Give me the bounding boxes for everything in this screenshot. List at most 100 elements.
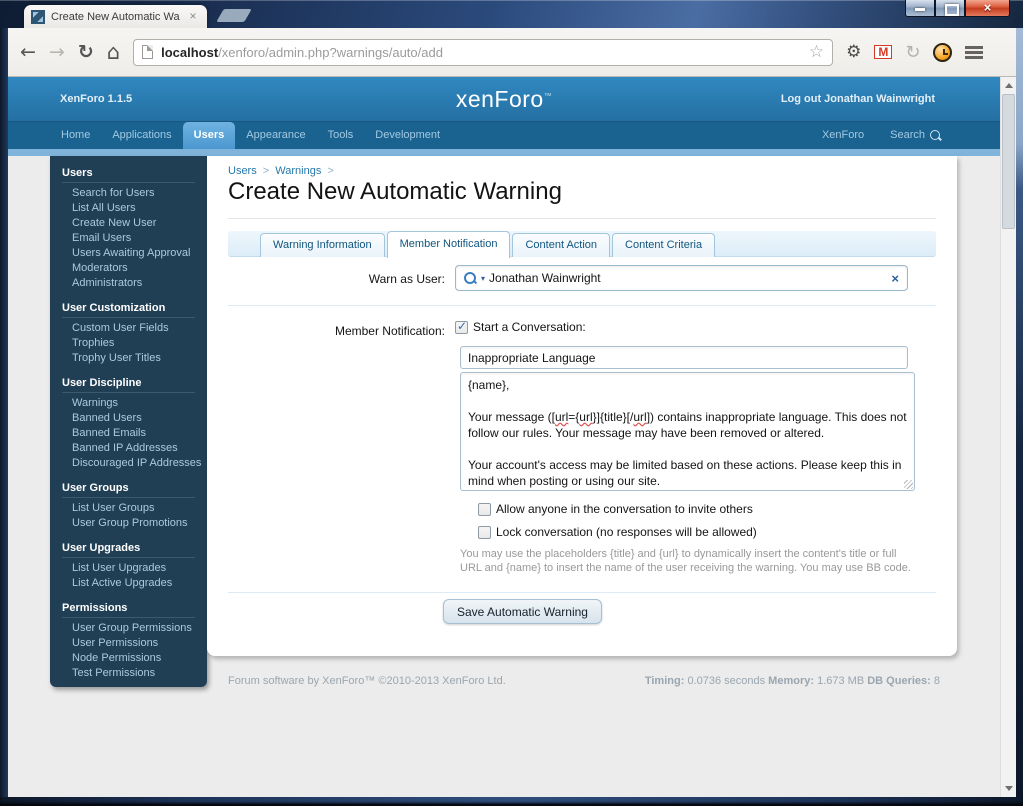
sidebar-item-custom-user-fields[interactable]: Custom User Fields (50, 321, 207, 336)
admin-nav: Home Applications Users Appearance Tools… (8, 122, 1000, 149)
lock-conversation-label: Lock conversation (no responses will be … (496, 525, 757, 539)
site-link[interactable]: XenForo (822, 122, 864, 149)
back-button[interactable] (20, 41, 36, 63)
sidebar-item-search-for-users[interactable]: Search for Users (50, 186, 207, 201)
sidebar-item-discouraged-ip-addresses[interactable]: Discouraged IP Addresses (50, 456, 207, 471)
sidebar-item-moderators[interactable]: Moderators (50, 261, 207, 276)
sidebar-item-warnings[interactable]: Warnings (50, 396, 207, 411)
warn-as-user-field[interactable]: Jonathan Wainwright (455, 265, 908, 291)
sidebar-item-trophy-user-titles[interactable]: Trophy User Titles (50, 351, 207, 366)
forward-button[interactable] (49, 41, 65, 63)
url-text: localhost/xenforo/admin.php?warnings/aut… (161, 45, 801, 60)
tab-content-criteria[interactable]: Content Criteria (612, 233, 715, 257)
breadcrumb-warnings[interactable]: Warnings (275, 165, 321, 177)
screen: Create New Automatic Wa localhost/xenfor… (0, 0, 1023, 806)
gear-icon[interactable] (846, 42, 861, 62)
breadcrumb-separator: > (263, 165, 269, 177)
address-bar[interactable]: localhost/xenforo/admin.php?warnings/aut… (133, 39, 833, 66)
tab-warning-information[interactable]: Warning Information (260, 233, 385, 257)
browser-toolbar: localhost/xenforo/admin.php?warnings/aut… (8, 28, 1016, 77)
window-border-right (1016, 28, 1023, 797)
maximize-button[interactable] (935, 0, 965, 17)
sidebar-item-banned-users[interactable]: Banned Users (50, 411, 207, 426)
search-link[interactable]: Search (890, 122, 942, 149)
close-button[interactable] (965, 0, 1010, 17)
lock-conversation-checkbox[interactable] (478, 526, 491, 539)
sidebar-item-user-permissions[interactable]: User Permissions (50, 636, 207, 651)
sidebar-item-list-user-upgrades[interactable]: List User Upgrades (50, 561, 207, 576)
scrollbar-thumb[interactable] (1002, 94, 1015, 229)
conversation-title-input[interactable] (460, 346, 908, 369)
sidebar-heading-user-discipline: User Discipline (62, 376, 195, 393)
nav-item-applications[interactable]: Applications (101, 122, 182, 149)
tab-member-notification[interactable]: Member Notification (387, 231, 511, 258)
page-footer: Forum software by XenForo™ ©2010-2013 Xe… (228, 675, 940, 687)
sidebar-item-list-active-upgrades[interactable]: List Active Upgrades (50, 576, 207, 591)
xenforo-logo: xenForo™ (456, 86, 552, 113)
sidebar: Users Search for Users List All Users Cr… (50, 156, 207, 687)
start-conversation-checkbox[interactable] (455, 321, 468, 334)
allow-invite-label: Allow anyone in the conversation to invi… (496, 502, 753, 516)
bookmark-star-icon[interactable] (809, 44, 824, 60)
start-conversation-label: Start a Conversation: (473, 320, 586, 334)
gmail-icon[interactable] (874, 45, 892, 59)
sync-icon[interactable] (905, 42, 920, 63)
title-divider (228, 218, 936, 219)
window-controls (905, 0, 1010, 17)
browser-tab[interactable]: Create New Automatic Wa (24, 5, 207, 28)
window-border-left (0, 28, 8, 797)
conversation-body-textarea[interactable]: {name}, Your message ([url={url}]{title}… (460, 372, 915, 491)
url-path: /xenforo/admin.php?warnings/auto/add (218, 45, 443, 60)
menu-icon[interactable] (965, 44, 983, 61)
logout-link[interactable]: Log out Jonathan Wainwright (781, 93, 935, 105)
save-automatic-warning-button[interactable]: Save Automatic Warning (443, 599, 602, 624)
lock-conversation-row: Lock conversation (no responses will be … (478, 525, 757, 539)
warn-as-user-label: Warn as User: (228, 272, 445, 286)
content-card: Users > Warnings > Create New Automatic … (207, 156, 957, 656)
nav-item-home[interactable]: Home (50, 122, 101, 149)
page-icon (142, 45, 153, 59)
sidebar-heading-permissions: Permissions (62, 601, 195, 618)
sidebar-item-user-group-permissions[interactable]: User Group Permissions (50, 621, 207, 636)
sidebar-item-list-user-groups[interactable]: List User Groups (50, 501, 207, 516)
window-border-bottom (0, 797, 1023, 806)
nav-item-development[interactable]: Development (364, 122, 451, 149)
allow-invite-checkbox[interactable] (478, 503, 491, 516)
minimize-button[interactable] (905, 0, 935, 17)
sidebar-item-banned-ip-addresses[interactable]: Banned IP Addresses (50, 441, 207, 456)
breadcrumb-users[interactable]: Users (228, 165, 257, 177)
sidebar-item-email-users[interactable]: Email Users (50, 231, 207, 246)
url-host: localhost (161, 45, 218, 60)
scroll-down-icon[interactable] (1001, 781, 1016, 797)
form-tabs: Warning Information Member Notification … (228, 231, 936, 257)
scrollbar[interactable] (1000, 77, 1016, 797)
resize-handle-icon[interactable] (904, 480, 913, 489)
sidebar-item-administrators[interactable]: Administrators (50, 276, 207, 291)
sidebar-item-test-permissions[interactable]: Test Permissions (50, 666, 207, 681)
tab-close-icon[interactable] (186, 10, 200, 24)
sidebar-item-banned-emails[interactable]: Banned Emails (50, 426, 207, 441)
placeholder-help-text: You may use the placeholders {title} and… (460, 547, 912, 575)
sidebar-item-list-all-users[interactable]: List All Users (50, 201, 207, 216)
sidebar-item-user-group-promotions[interactable]: User Group Promotions (50, 516, 207, 531)
sidebar-item-create-new-user[interactable]: Create New User (50, 216, 207, 231)
new-tab-button[interactable] (216, 9, 252, 22)
clock-icon[interactable] (933, 43, 952, 62)
nav-item-users[interactable]: Users (183, 122, 236, 149)
sidebar-item-users-awaiting-approval[interactable]: Users Awaiting Approval (50, 246, 207, 261)
chevron-down-icon[interactable] (481, 274, 485, 283)
sidebar-heading-users: Users (62, 166, 195, 183)
nav-item-tools[interactable]: Tools (317, 122, 365, 149)
home-button[interactable] (107, 41, 120, 64)
sidebar-item-node-permissions[interactable]: Node Permissions (50, 651, 207, 666)
clear-icon[interactable] (891, 271, 899, 286)
nav-item-appearance[interactable]: Appearance (235, 122, 316, 149)
warn-as-user-value: Jonathan Wainwright (489, 271, 887, 285)
member-notification-label: Member Notification: (228, 324, 445, 338)
scroll-up-icon[interactable] (1001, 77, 1016, 93)
page-title: Create New Automatic Warning (228, 178, 562, 206)
sidebar-item-trophies[interactable]: Trophies (50, 336, 207, 351)
start-conversation-row: Start a Conversation: (455, 320, 586, 334)
reload-button[interactable] (78, 41, 94, 63)
tab-content-action[interactable]: Content Action (512, 233, 610, 257)
